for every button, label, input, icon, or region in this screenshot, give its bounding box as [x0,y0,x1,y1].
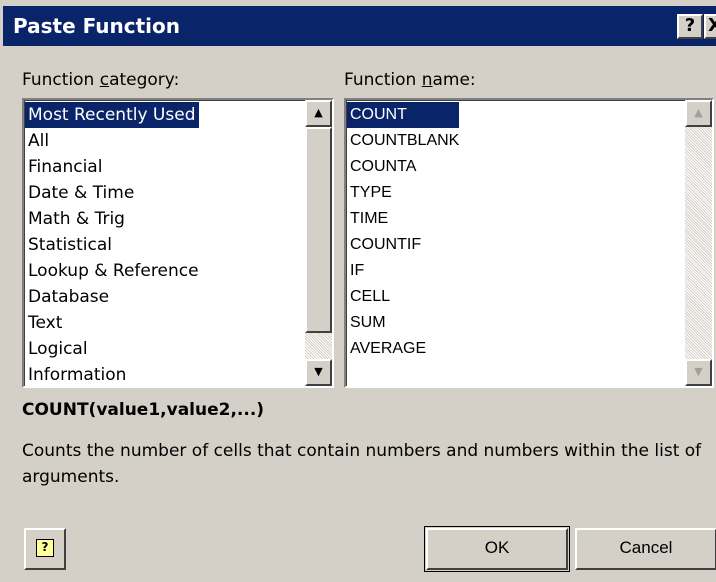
category-list-item[interactable]: Date & Time [25,180,199,206]
function-list-item[interactable]: CELL [347,284,459,310]
function-list-item[interactable]: TIME [347,206,459,232]
cancel-button[interactable]: Cancel [575,528,716,570]
function-name-label: Function name: [344,70,476,90]
scroll-down-button[interactable]: ▼ [685,359,712,386]
category-list-item[interactable]: Lookup & Reference [25,258,199,284]
help-question-icon: ? [36,539,54,557]
scroll-down-button[interactable]: ▼ [305,359,332,386]
category-scrollbar[interactable]: ▲ ▼ [305,100,332,386]
function-syntax: COUNT(value1,value2,...) [22,400,265,420]
function-list-item[interactable]: IF [347,258,459,284]
function-list-item[interactable]: SUM [347,310,459,336]
category-list-item[interactable]: All [25,128,199,154]
function-list-item[interactable]: COUNTIF [347,232,459,258]
category-list-item[interactable]: Most Recently Used [25,102,199,128]
titlebar-help-button[interactable]: ? [677,14,703,39]
category-list-items: Most Recently Used All Financial Date & Tim… [25,102,199,386]
titlebar-close-button[interactable]: X [704,14,716,39]
function-list-item[interactable]: COUNTA [347,154,459,180]
window-title: Paste Function [13,14,181,38]
function-list-items: COUNT COUNTBLANK COUNTA TYPE TIME COUNTIF IF CE… [347,102,460,362]
function-category-label: Function category: [22,70,180,90]
paste-function-dialog: Paste Function ? X Function category: Fu… [0,0,716,582]
category-list-item[interactable]: Math & Trig [25,206,199,232]
category-list-item[interactable]: Database [25,284,199,310]
category-list-item[interactable]: Statistical [25,232,199,258]
help-button[interactable]: ? [24,528,66,570]
category-list-item[interactable]: Information [25,362,199,386]
scroll-up-button[interactable]: ▲ [685,100,712,127]
scroll-thumb[interactable] [305,127,332,333]
function-list-item[interactable]: TYPE [347,180,459,206]
function-list-item[interactable]: COUNT [347,102,460,128]
scroll-up-button[interactable]: ▲ [305,100,332,127]
function-list-item[interactable]: AVERAGE [347,336,459,362]
category-list-item[interactable]: Text [25,310,199,336]
function-list-item[interactable]: COUNTBLANK [347,128,459,154]
function-category-listbox[interactable]: Most Recently Used All Financial Date & Tim… [22,98,334,388]
category-list-item[interactable]: Financial [25,154,199,180]
ok-button[interactable]: OK [424,526,570,572]
title-bar[interactable]: Paste Function ? X [3,6,716,46]
category-list-item[interactable]: Logical [25,336,199,362]
function-name-listbox[interactable]: COUNT COUNTBLANK COUNTA TYPE TIME COUNTIF IF CE… [344,98,714,388]
function-description: Counts the number of cells that contain … [22,441,702,487]
function-scrollbar[interactable]: ▲ ▼ [685,100,712,386]
